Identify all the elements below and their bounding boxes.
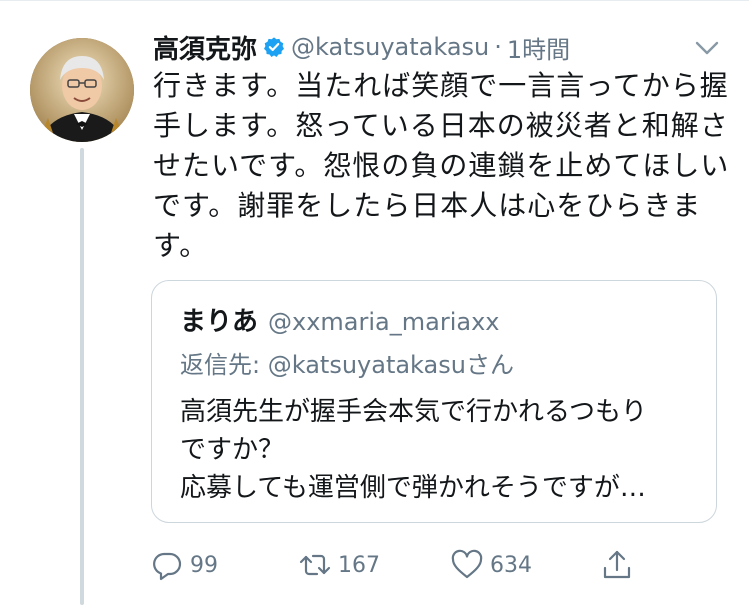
reply-button[interactable]: 99	[150, 543, 218, 587]
reply-icon	[153, 552, 182, 581]
share-icon	[603, 550, 631, 579]
quoted-tweet[interactable]: まりあ @xxmaria_mariaxx 返信先: @katsuyatakasuさ…	[151, 280, 717, 523]
display-name[interactable]: 高須克弥	[153, 29, 257, 66]
reply-count: 99	[190, 552, 218, 578]
quoted-tweet-text: 高須先生が握手会本気で行かれるつもり ですか？ 応募しても運営側で弾かれそうです…	[180, 393, 647, 507]
thread-line	[80, 148, 84, 605]
retweet-icon	[299, 554, 331, 576]
like-count: 634	[490, 552, 532, 578]
reply-suffix: さん	[465, 351, 514, 379]
tweet-text-line: 手します。怒っている日本の被災者と和解さ	[153, 109, 729, 142]
tweet-text-line: せたいです。怨恨の負の連鎖を止めてほしい	[153, 149, 730, 182]
retweet-button[interactable]: 167	[298, 543, 380, 587]
avatar-image	[30, 38, 134, 142]
tweet-text-line: 行きます。当たれば笑顔で一言言ってから握	[153, 69, 729, 102]
quoted-display-name: まりあ	[180, 307, 259, 337]
quoted-tweet-header: まりあ @xxmaria_mariaxx	[180, 301, 499, 338]
reply-prefix: 返信先:	[180, 351, 268, 379]
quoted-handle: @xxmaria_mariaxx	[268, 308, 500, 336]
quoted-text-line: ですか？	[180, 435, 285, 465]
reply-context: 返信先: @katsuyatakasuさん	[180, 345, 514, 380]
tweet-text: 行きます。当たれば笑顔で一言言ってから握 手します。怒っている日本の被災者と和解…	[153, 66, 728, 266]
separator-dot: ·	[494, 33, 502, 61]
heart-icon	[451, 549, 483, 579]
handle[interactable]: @katsuyatakasu	[291, 33, 489, 61]
top-divider	[0, 0, 749, 1]
tweet-text-line: す。	[153, 229, 209, 262]
share-button[interactable]	[600, 543, 634, 587]
timestamp[interactable]: 1時間	[507, 30, 570, 65]
reply-mention[interactable]: @katsuyatakasu	[268, 351, 466, 379]
retweet-count: 167	[338, 552, 380, 578]
verified-badge-icon	[264, 37, 285, 57]
quoted-text-line: 高須先生が握手会本気で行かれるつもり	[180, 397, 647, 427]
action-bar: 99 167 634	[150, 543, 640, 587]
like-button[interactable]: 634	[450, 543, 532, 587]
chevron-down-icon[interactable]	[694, 38, 720, 58]
avatar[interactable]	[30, 38, 134, 142]
tweet-header: 高須克弥 @katsuyatakasu · 1時間	[153, 29, 570, 66]
tweet-text-line: です。謝罪をしたら日本人は心をひらきま	[153, 189, 702, 222]
quoted-text-line: 応募しても運営側で弾かれそうですが…	[180, 473, 646, 503]
